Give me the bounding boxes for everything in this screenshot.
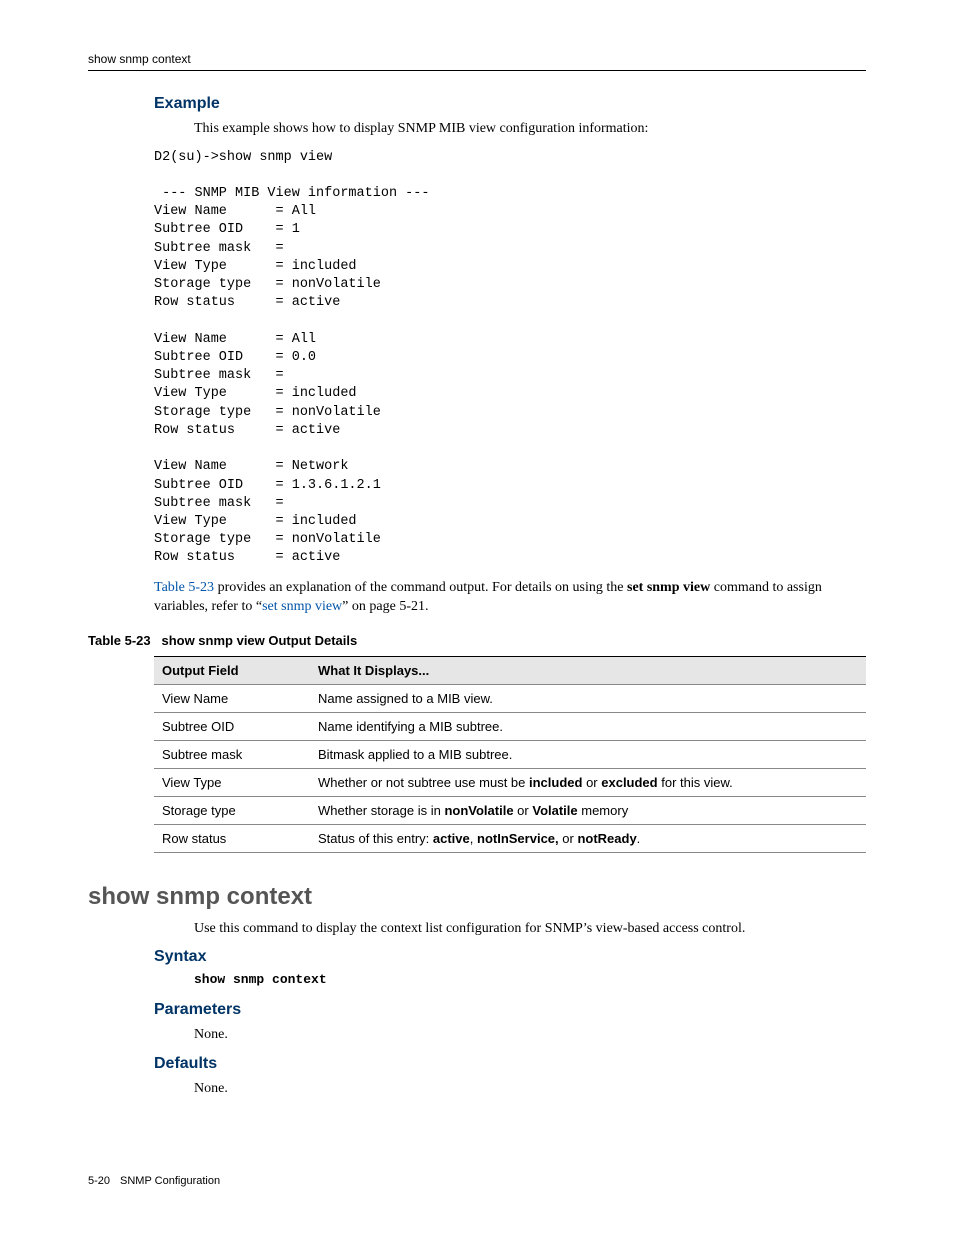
running-head: show snmp context [88, 52, 866, 66]
table-row: Subtree OID Name identifying a MIB subtr… [154, 712, 866, 740]
example-heading: Example [154, 95, 866, 113]
header-rule [88, 70, 866, 71]
parameters-body: None. [194, 1025, 866, 1045]
table-row: View Type Whether or not subtree use mus… [154, 768, 866, 796]
example-intro: This example shows how to display SNMP M… [194, 119, 866, 139]
table-cell-field: Subtree OID [154, 712, 310, 740]
text-segment: ” on page 5-21. [342, 599, 428, 614]
table-label: Table 5-23 [88, 633, 151, 648]
command-intro: Use this command to display the context … [194, 919, 866, 939]
output-details-table: Output Field What It Displays... View Na… [154, 656, 866, 853]
table-cell-desc: Name assigned to a MIB view. [310, 684, 866, 712]
terminal-output: D2(su)->show snmp view --- SNMP MIB View… [154, 149, 866, 568]
syntax-text: show snmp context [194, 972, 866, 987]
table-cell-field: View Name [154, 684, 310, 712]
table-cell-desc: Name identifying a MIB subtree. [310, 712, 866, 740]
syntax-heading: Syntax [154, 948, 866, 966]
table-row: View Name Name assigned to a MIB view. [154, 684, 866, 712]
table-cell-desc: Whether or not subtree use must be inclu… [310, 768, 866, 796]
text-segment: provides an explanation of the command o… [214, 580, 627, 595]
table-row: Storage type Whether storage is in nonVo… [154, 796, 866, 824]
table-cell-desc: Whether storage is in nonVolatile or Vol… [310, 796, 866, 824]
table-row: Subtree mask Bitmask applied to a MIB su… [154, 740, 866, 768]
table-header-desc: What It Displays... [310, 656, 866, 684]
table-cell-field: View Type [154, 768, 310, 796]
page-number: 5-20 [88, 1175, 110, 1187]
table-cell-field: Row status [154, 824, 310, 852]
parameters-heading: Parameters [154, 1001, 866, 1019]
table-row: Row status Status of this entry: active,… [154, 824, 866, 852]
defaults-heading: Defaults [154, 1055, 866, 1073]
table-cell-field: Storage type [154, 796, 310, 824]
command-name-bold: set snmp view [627, 580, 710, 595]
table-cell-field: Subtree mask [154, 740, 310, 768]
table-cell-desc: Bitmask applied to a MIB subtree. [310, 740, 866, 768]
example-followup: Table 5-23 provides an explanation of th… [154, 578, 866, 617]
table-ref-link[interactable]: Table 5-23 [154, 580, 214, 595]
chapter-title: SNMP Configuration [120, 1175, 220, 1187]
cross-ref-link[interactable]: set snmp view [262, 599, 342, 614]
table-header-field: Output Field [154, 656, 310, 684]
table-caption: Table 5-23 show snmp view Output Details [88, 633, 866, 648]
command-title: show snmp context [88, 883, 866, 911]
table-cell-desc: Status of this entry: active, notInServi… [310, 824, 866, 852]
page-footer: 5-20 SNMP Configuration [88, 1175, 220, 1187]
table-title: show snmp view Output Details [161, 633, 357, 648]
defaults-body: None. [194, 1079, 866, 1099]
